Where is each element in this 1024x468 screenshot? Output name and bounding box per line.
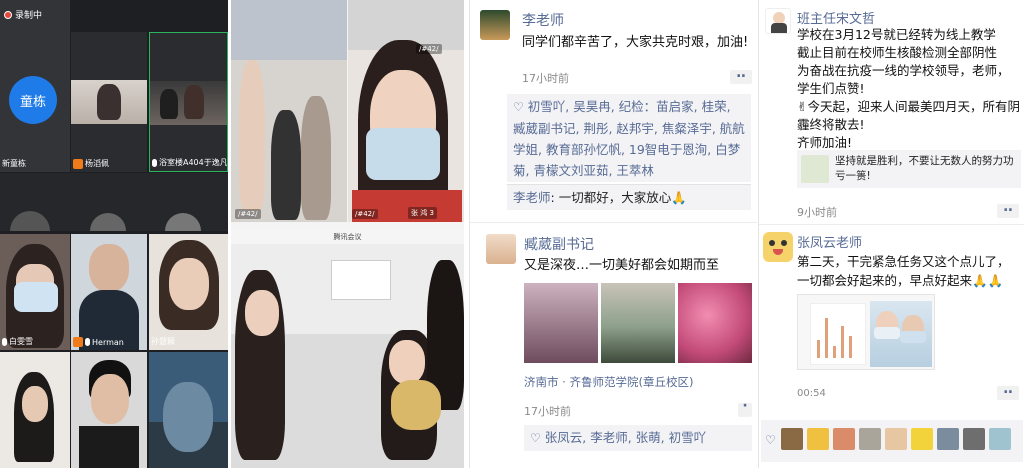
author-avatar[interactable] xyxy=(480,10,510,40)
likes-list: ♡ 初雪吖, 吴昊冉, 纪检：苗启家, 桂荣, 臧葳副书记, 荆彤, 赵邦宇, … xyxy=(507,94,751,182)
microphone-icon xyxy=(152,158,157,167)
group-photo-3[interactable]: 腾讯会议 xyxy=(231,230,464,468)
video-tag: /#42/ xyxy=(416,44,442,54)
participant-name-label: Herman xyxy=(73,337,124,347)
more-dots-icon[interactable]: ‥ xyxy=(997,200,1019,218)
post-text: 又是深夜…一切美好都会如期而至 xyxy=(524,258,720,273)
post-video[interactable] xyxy=(797,294,935,370)
video-tag: /#42/ xyxy=(235,209,261,219)
selfie-collage: /#42/ /#42/ 张 鸿 3 /#42/ 腾讯会议 xyxy=(231,0,464,468)
participant-tile-1[interactable]: 童栋 新童栋 xyxy=(0,0,70,172)
author-avatar[interactable] xyxy=(486,234,516,264)
video-tag: 张 鸿 3 xyxy=(408,207,437,219)
post-text: 第二天，干完紧急任务又这个点儿了，一切都会好起来的，早点好起来🙏🙏 xyxy=(797,254,1010,288)
participant-tile-7[interactable] xyxy=(0,352,70,468)
microphone-icon xyxy=(85,338,90,346)
participant-tile-3[interactable]: 浴室楼A404于逸凡 xyxy=(149,32,228,172)
participant-avatar: 童栋 xyxy=(9,76,57,124)
post-time: 17小时前 xyxy=(522,72,569,85)
video-duration: 00:54 xyxy=(797,388,826,399)
link-title: 坚持就是胜利，不要让无数人的努力功亏一篑! xyxy=(835,155,1014,182)
post-image-2[interactable] xyxy=(601,283,675,363)
host-badge-icon xyxy=(73,337,83,347)
participant-tile-5[interactable]: Herman xyxy=(71,234,147,350)
participant-tile-6[interactable]: 孙慧颖 xyxy=(149,234,228,350)
group-photo-1[interactable]: /#42/ xyxy=(231,0,347,222)
video-tag: /#42/ xyxy=(352,209,378,219)
participant-strip xyxy=(0,173,228,231)
more-dots-icon[interactable]: · xyxy=(738,399,752,417)
heart-icon: ♡ xyxy=(530,431,541,445)
likers[interactable]: 初雪吖, 吴昊冉, 纪检：苗启家, 桂荣, 臧葳副书记, 荆彤, 赵邦宇, 焦粲… xyxy=(513,99,745,178)
likers[interactable]: 张凤云, 李老师, 张萌, 初雪吖 xyxy=(545,430,706,445)
video-meeting-window: 录制中 童栋 新童栋 杨滔佩 浴室楼A404于逸凡 白雯雪 Herman 孙慧颖 xyxy=(0,0,228,468)
post-author[interactable]: 李老师 xyxy=(522,10,564,30)
participant-name-label: 杨滔佩 xyxy=(73,158,109,169)
participant-name-label: 孙慧颖 xyxy=(151,337,175,346)
group-photo-2[interactable]: /#42/ 张 鸿 3 /#42/ xyxy=(348,0,464,222)
recording-indicator[interactable]: 录制中 xyxy=(4,8,42,21)
comment[interactable]: 李老师: 一切都好，大家放心🙏 xyxy=(507,184,751,210)
recording-label: 录制中 xyxy=(15,11,43,21)
post-time: 9小时前 xyxy=(797,206,837,219)
author-avatar[interactable] xyxy=(765,8,791,34)
microphone-icon xyxy=(2,337,7,346)
moments-feed-right: 班主任宋文哲 学校在3月12号就已经转为线上教学 截止目前在校师生核酸检测全部阴… xyxy=(758,0,1024,468)
heart-icon: ♡ xyxy=(765,433,776,447)
post-time: 17小时前 xyxy=(524,405,571,418)
more-dots-icon[interactable]: ‥ xyxy=(997,382,1019,400)
more-dots-icon[interactable]: ‥ xyxy=(730,66,752,84)
likes-list: ♡ 张凤云, 李老师, 张萌, 初雪吖 xyxy=(524,425,752,451)
meeting-caption: 腾讯会议 xyxy=(231,230,464,244)
liker-avatars[interactable] xyxy=(781,428,1011,450)
comment-author[interactable]: 李老师 xyxy=(513,190,551,205)
post-image-3[interactable] xyxy=(678,283,752,363)
post-text: 学校在3月12号就已经转为线上教学 截止目前在校师生核酸检测全部阴性 为奋战在抗… xyxy=(797,27,1020,150)
post-author[interactable]: 臧葳副书记 xyxy=(524,234,594,254)
participant-name-label: 新童栋 xyxy=(2,159,26,168)
post-location[interactable]: 济南市 · 齐鲁师范学院(章丘校区) xyxy=(524,374,693,390)
heart-icon: ♡ xyxy=(513,100,524,114)
participant-name-label: 浴室楼A404于逸凡 xyxy=(152,157,227,168)
participant-tile-9[interactable] xyxy=(149,352,228,468)
post-author[interactable]: 张凤云老师 xyxy=(797,232,862,251)
moments-feed-left: 李老师 同学们都辛苦了，大家共克时艰，加油! 17小时前 ‥ ♡ 初雪吖, 吴昊… xyxy=(469,0,757,468)
shared-link-card[interactable]: 坚持就是胜利，不要让无数人的努力功亏一篑! xyxy=(797,150,1021,188)
record-dot-icon xyxy=(4,10,12,19)
participant-name-label: 白雯雪 xyxy=(2,336,33,347)
post-author[interactable]: 班主任宋文哲 xyxy=(797,8,875,27)
participant-tile-2[interactable]: 杨滔佩 xyxy=(71,32,147,172)
link-thumbnail xyxy=(801,155,829,183)
participant-tile-4[interactable]: 白雯雪 xyxy=(0,234,70,350)
likes-list: ♡ xyxy=(761,420,1023,462)
post-image-1[interactable] xyxy=(524,283,598,363)
host-badge-icon xyxy=(73,158,83,169)
author-avatar[interactable] xyxy=(763,232,793,262)
post-text: 同学们都辛苦了，大家共克时艰，加油! xyxy=(522,35,749,50)
comment-text: 一切都好，大家放心🙏 xyxy=(558,190,687,205)
participant-tile-8[interactable] xyxy=(71,352,147,468)
